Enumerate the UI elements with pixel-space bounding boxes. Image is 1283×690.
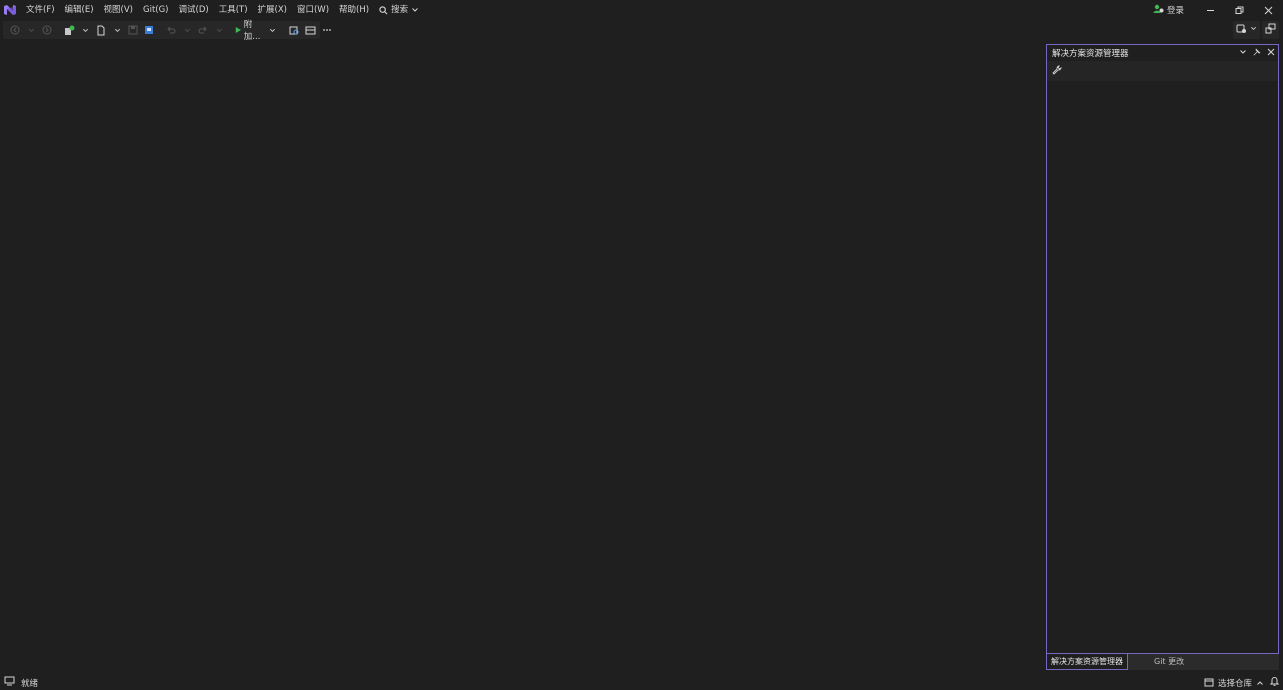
menu-tools[interactable]: 工具(T) [214,0,253,20]
pin-button[interactable] [1253,48,1261,59]
status-right: 选择仓库 [1204,675,1280,690]
redo-icon [198,26,207,34]
chevron-up-icon [1257,680,1263,685]
more-icon [322,29,331,31]
feedback-icon [1265,23,1276,37]
attach-dropdown-button[interactable] [266,22,280,38]
editor-area[interactable] [0,41,1043,673]
window-layout-icon [305,26,316,34]
back-dropdown-button[interactable] [24,22,38,38]
new-file-icon [97,25,105,35]
properties-wrench-button[interactable] [1052,64,1062,78]
restore-icon [1235,6,1244,14]
menu-extensions[interactable]: 扩展(X) [253,0,292,20]
close-icon [1267,48,1275,55]
toolbar-overflow-button[interactable] [320,22,334,38]
panel-options-button[interactable] [1239,48,1247,59]
undo-button[interactable] [164,22,178,38]
panel-actions [1239,45,1275,61]
search-button[interactable]: 搜索 [374,0,424,20]
account-icon [1153,4,1164,17]
output-window-icon[interactable] [4,676,15,689]
menu-file[interactable]: 文件(F) [21,0,60,20]
chevron-down-icon [411,6,419,14]
menu-git[interactable]: Git(G) [138,0,174,20]
close-icon [1264,6,1273,14]
navigate-back-button[interactable] [8,22,22,38]
attach-label: 附加... [243,20,261,42]
status-bar: 就绪 选择仓库 [0,675,1283,690]
chevron-down-icon [270,28,276,32]
live-share-group [1233,21,1260,39]
search-icon [379,5,388,15]
window-layout-button[interactable] [304,22,318,38]
save-icon [128,25,138,35]
close-panel-button[interactable] [1267,48,1275,59]
chevron-down-icon [216,28,222,32]
solution-explorer-tree[interactable] [1047,82,1278,653]
forward-icon [42,25,52,35]
visual-studio-logo-icon[interactable] [3,3,17,17]
new-file-dropdown-button[interactable] [110,22,124,38]
new-project-button[interactable] [62,22,76,38]
menu-help[interactable]: 帮助(H) [334,0,374,20]
chevron-down-icon [28,28,34,32]
menu-window[interactable]: 窗口(W) [292,0,334,20]
repository-icon [1204,678,1214,687]
chevron-down-icon[interactable] [1250,25,1257,35]
new-project-dropdown-button[interactable] [78,22,92,38]
find-in-files-button[interactable] [288,22,302,38]
title-bar: 文件(F) 编辑(E) 视图(V) Git(G) 调试(D) 工具(T) 扩展(… [0,0,1283,20]
attach-button[interactable]: 附加... [233,18,265,42]
select-repository-label: 选择仓库 [1217,678,1252,689]
redo-dropdown-button[interactable] [212,22,226,38]
chevron-down-icon [114,28,120,32]
status-left: 就绪 [0,676,38,689]
tab-git-changes[interactable]: Git 更改 [1128,654,1279,670]
bell-icon [1269,677,1280,686]
solution-explorer-panel: 解决方案资源管理器 [1046,44,1279,654]
notifications-button[interactable] [1269,676,1280,689]
new-project-icon [64,25,74,35]
find-in-files-icon [289,26,299,34]
redo-button[interactable] [196,22,210,38]
tab-solution-explorer[interactable]: 解决方案资源管理器 [1046,654,1128,670]
panel-tab-strip: 解决方案资源管理器 Git 更改 [1046,654,1279,670]
login-label: 登录 [1166,6,1184,16]
solution-explorer-header: 解决方案资源管理器 [1047,45,1278,61]
status-ready: 就绪 [21,678,39,689]
wrench-icon [1052,64,1062,75]
pin-icon [1253,48,1261,55]
chevron-down-icon [82,28,88,32]
save-button[interactable] [126,22,140,38]
select-repository-button[interactable]: 选择仓库 [1204,677,1264,689]
restore-button[interactable] [1225,0,1254,20]
close-window-button[interactable] [1254,0,1283,20]
login-button[interactable]: 登录 [1153,4,1184,17]
menu-bar: 文件(F) 编辑(E) 视图(V) Git(G) 调试(D) 工具(T) 扩展(… [21,0,424,20]
live-share-icon[interactable] [1236,23,1247,37]
toolbar-right [1233,21,1279,39]
undo-dropdown-button[interactable] [180,22,194,38]
minimize-icon [1207,9,1214,11]
play-icon [235,27,241,33]
menu-view[interactable]: 视图(V) [99,0,138,20]
menu-debug[interactable]: 调试(D) [174,0,214,20]
feedback-button[interactable] [1262,21,1279,39]
title-bar-right: 登录 [1153,0,1283,20]
undo-icon [167,26,176,34]
solution-explorer-title: 解决方案资源管理器 [1052,49,1129,59]
save-all-button[interactable] [142,22,156,38]
new-file-button[interactable] [94,22,108,38]
chevron-down-icon [1240,49,1246,54]
standard-toolbar: 附加... [3,18,331,42]
solution-explorer-toolbar [1047,61,1278,81]
navigate-forward-button[interactable] [40,22,54,38]
chevron-down-icon [184,28,190,32]
save-all-icon [144,25,153,34]
back-icon [10,25,20,35]
search-label: 搜索 [391,5,409,15]
minimize-button[interactable] [1196,0,1225,20]
menu-edit[interactable]: 编辑(E) [60,0,99,20]
